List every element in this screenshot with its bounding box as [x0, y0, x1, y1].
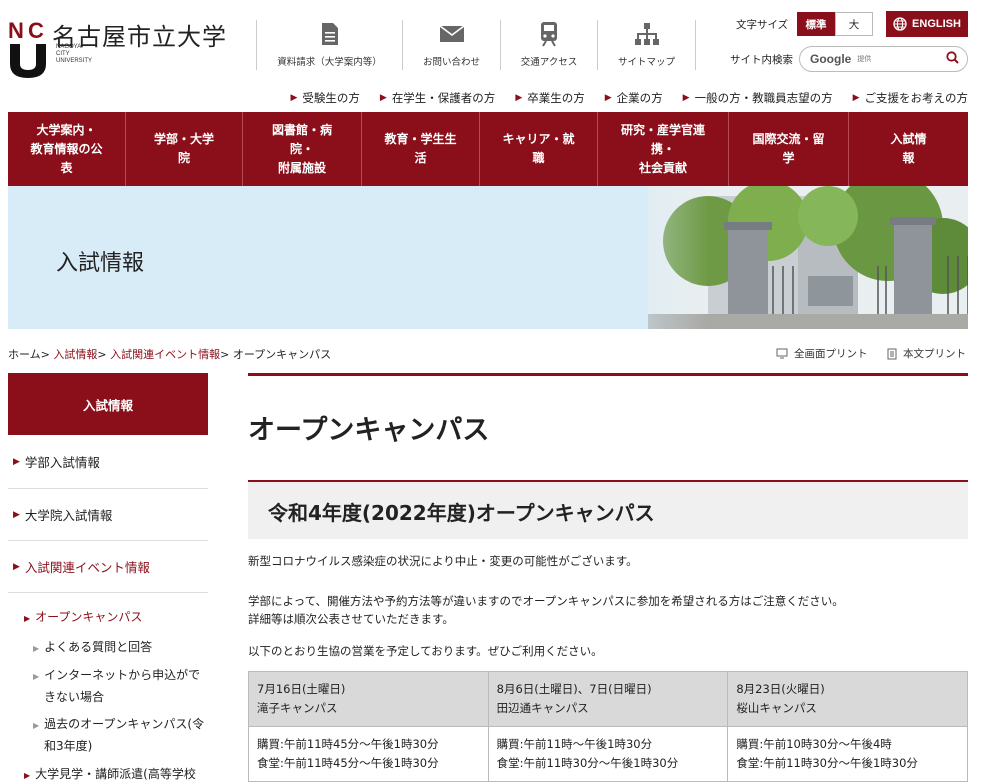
- triangle-right-icon: ▶: [852, 93, 860, 103]
- google-label: Google: [810, 52, 852, 66]
- audience-link[interactable]: ▶ 受験生の方: [290, 89, 359, 107]
- triangle-right-icon: ▶: [682, 93, 690, 103]
- table-header-cell: 8月6日(土曜日)、7日(日曜日) 田辺通キャンパス: [487, 671, 729, 727]
- sidebar-item-graduate[interactable]: ▶ 大学院入試情報: [8, 489, 208, 541]
- globe-icon: [893, 17, 907, 31]
- triangle-right-icon: ▶: [24, 614, 31, 623]
- sidebar-sub-visit[interactable]: ▶ 大学見学・講師派遣(高等学校: [24, 764, 196, 784]
- audience-link[interactable]: ▶ 卒業生の方: [515, 89, 584, 107]
- triangle-right-icon: ▶: [33, 644, 40, 653]
- audience-link[interactable]: ▶ 在学生・保護者の方: [380, 89, 495, 107]
- print-full-button[interactable]: 全画面プリント: [776, 346, 868, 361]
- triangle-right-icon: ▶: [604, 93, 612, 103]
- table-cell: 購買:午前11時45分～午後1時30分 食堂:午前11時45分～午後1時30分: [248, 726, 489, 782]
- table-cell: 購買:午前11時～午後1時30分 食堂:午前11時30分～午後1時30分: [487, 726, 729, 782]
- triangle-right-icon: ▶: [515, 93, 523, 103]
- triangle-right-icon: ▶: [13, 509, 20, 520]
- nav-education[interactable]: 教育・学生生活: [362, 112, 480, 186]
- triangle-right-icon: ▶: [33, 672, 40, 681]
- sidebar-sub-open-campus[interactable]: ▶ オープンキャンパス: [24, 607, 142, 629]
- audience-nav: ▶ 受験生の方 ▶ 在学生・保護者の方 ▶ 卒業生の方 ▶ 企業の方 ▶ 一般の方・教職員…: [270, 89, 968, 107]
- util-access-link[interactable]: 交通アクセス: [501, 20, 598, 70]
- audience-link[interactable]: ▶ ご支援をお考えの方: [853, 89, 968, 107]
- print-text-button[interactable]: 本文プリント: [887, 346, 966, 361]
- nav-career[interactable]: キャリア・就職: [480, 112, 598, 186]
- triangle-right-icon: ▶: [13, 561, 20, 572]
- logo-english-name: NAGOYA CITY UNIVERSITY: [56, 44, 93, 64]
- sidebar-sub-faq[interactable]: ▶ よくある質問と回答: [33, 637, 152, 659]
- triangle-right-icon: ▶: [24, 771, 31, 780]
- site-search-label: サイト内検索: [730, 54, 793, 66]
- text-document-icon: [887, 348, 897, 359]
- provided-label: 提供: [857, 55, 872, 63]
- nav-admissions[interactable]: 入試情報: [849, 112, 968, 186]
- svg-text:C: C: [28, 18, 44, 43]
- util-contact-link[interactable]: お問い合わせ: [403, 20, 501, 70]
- sidebar-sub-past[interactable]: ▶ 過去のオープンキャンパス(令 和3年度): [33, 714, 204, 756]
- breadcrumb-home[interactable]: ホーム: [8, 348, 41, 361]
- audience-link[interactable]: ▶ 一般の方・教職員志望の方: [683, 89, 833, 107]
- sitemap-icon: [598, 20, 695, 48]
- breadcrumb-current: オープンキャンパス: [232, 348, 332, 361]
- coop-schedule-table: 7月16日(土曜日) 滝子キャンパス 8月6日(土曜日)、7日(日曜日) 田辺通キャ…: [248, 671, 968, 782]
- main-nav: 大学案内・ 教育情報の公表 学部・大学院 図書館・病 院・ 附属施設 教育・学生生活 …: [8, 112, 968, 186]
- breadcrumb: ホーム> 入試情報> 入試関連イベント情報> オープンキャンパス: [8, 348, 332, 361]
- mail-icon: [403, 20, 500, 48]
- page-title: オープンキャンパス: [248, 415, 490, 446]
- university-logo-mark[interactable]: N C: [8, 14, 52, 80]
- site-search-input[interactable]: Google 提供: [799, 46, 968, 72]
- table-header-cell: 8月23日(火曜日) 桜山キャンパス: [727, 671, 968, 727]
- nav-faculties[interactable]: 学部・大学院: [126, 112, 243, 186]
- audience-link[interactable]: ▶ 企業の方: [605, 89, 663, 107]
- triangle-right-icon: ▶: [33, 721, 40, 730]
- campus-gate-photo: [568, 186, 968, 329]
- util-label: サイトマップ: [617, 57, 675, 68]
- util-label: お問い合わせ: [422, 57, 480, 68]
- sidebar-item-undergrad[interactable]: ▶ 学部入試情報: [8, 435, 208, 489]
- hero-title: 入試情報: [56, 251, 145, 276]
- nav-library-hospital[interactable]: 図書館・病 院・ 附属施設: [243, 112, 362, 186]
- document-icon: [257, 20, 402, 48]
- content-top-rule: [248, 373, 968, 376]
- font-size-large-button[interactable]: 大: [835, 12, 873, 36]
- notice-text: 新型コロナウイルス感染症の状況により中止・変更の可能性がございます。: [248, 554, 638, 568]
- section-title: 令和4年度(2022年度)オープンキャンパス: [268, 501, 655, 525]
- triangle-right-icon: ▶: [290, 93, 298, 103]
- details-note-text: 詳細等は順次公表させていただきます。: [248, 612, 454, 626]
- english-label: ENGLISH: [912, 18, 961, 30]
- util-sitemap-link[interactable]: サイトマップ: [598, 20, 696, 70]
- util-label: 資料請求（大学案内等）: [277, 57, 382, 68]
- nav-international[interactable]: 国際交流・留学: [729, 112, 849, 186]
- util-label: 交通アクセス: [520, 57, 578, 68]
- train-icon: [501, 20, 597, 48]
- table-row: 7月16日(土曜日) 滝子キャンパス 8月6日(土曜日)、7日(日曜日) 田辺通キャ…: [248, 671, 968, 727]
- sidebar-heading[interactable]: 入試情報: [8, 373, 208, 435]
- sidebar-sub-internet[interactable]: ▶ インターネットから申込がで きない場合: [33, 665, 200, 707]
- font-size-label: 文字サイズ: [736, 19, 789, 31]
- table-cell: 購買:午前10時30分～午後4時 食堂:午前11時30分～午後1時30分: [727, 726, 968, 782]
- triangle-right-icon: ▶: [13, 456, 20, 467]
- breadcrumb-events[interactable]: 入試関連イベント情報: [110, 348, 220, 361]
- search-icon[interactable]: [946, 51, 959, 67]
- util-brochure-link[interactable]: 資料請求（大学案内等）: [256, 20, 403, 70]
- nav-about[interactable]: 大学案内・ 教育情報の公表: [8, 112, 126, 186]
- table-header-cell: 7月16日(土曜日) 滝子キャンパス: [248, 671, 489, 727]
- sidebar-item-events[interactable]: ▶ 入試関連イベント情報: [8, 541, 208, 593]
- breadcrumb-admissions[interactable]: 入試情報: [53, 348, 97, 361]
- font-size-standard-button[interactable]: 標準: [797, 12, 835, 36]
- hero-banner: 入試情報: [8, 186, 968, 329]
- triangle-right-icon: ▶: [379, 93, 387, 103]
- table-row: 購買:午前11時45分～午後1時30分 食堂:午前11時45分～午後1時30分 購…: [248, 726, 968, 782]
- english-button[interactable]: ENGLISH: [886, 11, 968, 37]
- nav-research[interactable]: 研究・産学官連 携・ 社会貢献: [598, 112, 729, 186]
- monitor-icon: [776, 348, 788, 359]
- coop-note-text: 以下のとおり生協の営業を予定しております。ぜひご利用ください。: [248, 644, 603, 658]
- faculty-note-text: 学部によって、開催方法や予約方法等が違いますのでオープンキャンパスに参加を希望さ…: [248, 594, 844, 608]
- svg-text:N: N: [8, 18, 24, 43]
